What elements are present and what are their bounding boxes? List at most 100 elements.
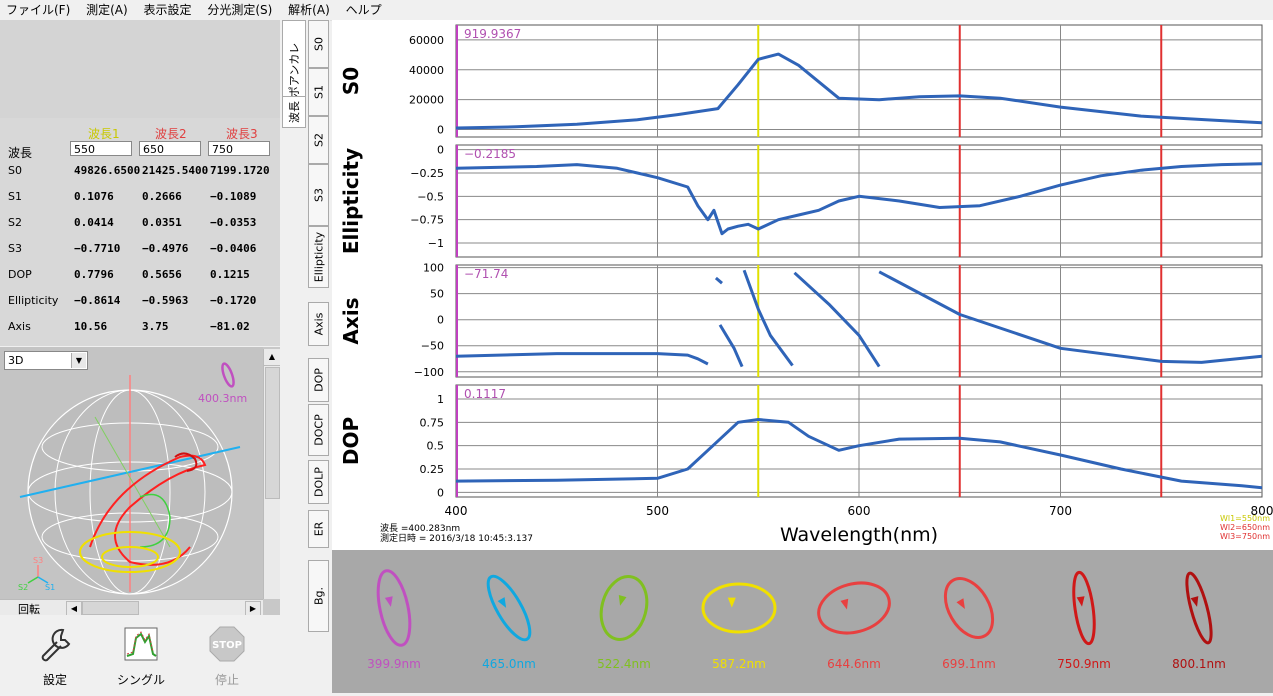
side-tab[interactable]: Ellipticity	[308, 226, 329, 288]
ellipse-label: 465.0nm	[482, 657, 536, 671]
y-tick-label: −0.75	[410, 214, 444, 227]
side-tab-label: DOP	[312, 368, 325, 392]
side-tab-label: S2	[312, 133, 325, 147]
side-tab[interactable]: ER	[308, 510, 329, 548]
row-value: −0.5963	[142, 294, 189, 307]
x-tick-label: 600	[848, 504, 871, 518]
y-tick-label: 0	[437, 486, 444, 499]
side-tab[interactable]: DOCP	[308, 404, 329, 456]
view-mode-value: 3D	[8, 354, 24, 367]
header-wavelength-2: 波長2	[155, 127, 187, 141]
y-tick-label: −50	[421, 340, 444, 353]
y-tick-label: −1	[428, 237, 444, 250]
y-tick-label: −0.25	[410, 167, 444, 180]
x-axis-label: Wavelength(nm)	[780, 524, 938, 546]
single-measure-label: シングル	[116, 673, 165, 687]
side-tab[interactable]: S2	[308, 116, 329, 164]
menu-analysis[interactable]: 解析(A)	[282, 0, 336, 18]
tab-wavelength[interactable]: 波長	[282, 96, 306, 128]
wavelength-3-input[interactable]: 750	[208, 141, 270, 156]
ellipse-label: 587.2nm	[712, 657, 766, 671]
scroll-up-icon[interactable]: ▲	[264, 349, 280, 366]
polarization-ellipse	[943, 577, 995, 639]
side-tab-label: Bg.	[312, 586, 325, 606]
panel-ylabel: Ellipticity	[339, 148, 363, 254]
menu-spectral-measure[interactable]: 分光測定(S)	[201, 0, 278, 18]
ellipse-label: 800.1nm	[1172, 657, 1226, 671]
menu-display-settings[interactable]: 表示設定	[138, 0, 198, 18]
row-value: −0.8614	[74, 294, 121, 307]
stokes-chart-area: 0 20000 40000 60000 919.9367 S0 0 −0.25 −0.5 −0.7…	[332, 20, 1273, 550]
side-tab-label: DOLP	[312, 467, 325, 497]
polarization-ellipse	[701, 582, 777, 634]
row-value: 49826.6500	[74, 164, 141, 177]
side-tab[interactable]: DOLP	[308, 460, 329, 504]
vertical-tabs: ポアンカレ 波長 S0 S1 S2 S3 Ellipticity Axis DOP DOCP D…	[280, 20, 330, 693]
y-tick-label: 1	[437, 393, 444, 406]
scroll-thumb[interactable]	[265, 367, 280, 499]
single-measure-button[interactable]: シングル	[104, 620, 178, 690]
marker-legend: Wl3=750nm	[1220, 532, 1270, 541]
side-tab-label: DOCP	[312, 414, 325, 446]
info-wavelength: 波長 =400.283nm	[380, 522, 460, 534]
row-value: 0.1076	[74, 190, 114, 203]
row-value: 0.7796	[74, 268, 114, 281]
marker-legend: Wl1=550nm	[1220, 514, 1270, 523]
side-tab[interactable]: S0	[308, 20, 329, 68]
side-tab[interactable]: Axis	[308, 302, 329, 346]
polarization-ellipse	[376, 569, 412, 647]
panel-ylabel: Axis	[339, 297, 363, 344]
cursor-value: −0.2185	[464, 147, 516, 161]
side-tab-label: S0	[312, 37, 325, 51]
row-value: −0.7710	[74, 242, 121, 255]
y-tick-label: 0.25	[420, 463, 445, 476]
y-tick-label: 100	[423, 262, 444, 275]
polarization-ellipse	[1072, 570, 1096, 646]
wavelength-1-input[interactable]: 550	[70, 141, 132, 156]
rotate-thumb[interactable]	[82, 601, 139, 615]
poincare-sphere[interactable]: 400.3nm S3 S2 S1	[0, 347, 263, 599]
menu-measure[interactable]: 測定(A)	[80, 0, 134, 18]
y-tick-label: 0.75	[420, 416, 445, 429]
y-tick-label: 0.5	[427, 440, 445, 453]
wavelength-2-input[interactable]: 650	[139, 141, 201, 156]
header-wavelength-1: 波長1	[88, 127, 120, 141]
side-tab[interactable]: DOP	[308, 358, 329, 402]
stop-icon: STOP	[209, 626, 245, 662]
row-label: S3	[8, 242, 22, 255]
row-label: S1	[8, 190, 22, 203]
sphere-vertical-scrollbar[interactable]: ▲	[263, 349, 280, 599]
menu-bar: ファイル(F) 測定(A) 表示設定 分光測定(S) 解析(A) ヘルプ	[0, 0, 1273, 21]
side-tab-label: ER	[312, 521, 325, 537]
ellipse-label: 644.6nm	[827, 657, 881, 671]
x-tick-label: 500	[646, 504, 669, 518]
cursor-value: 919.9367	[464, 27, 521, 41]
y-tick-label: 0	[437, 314, 444, 327]
side-tab-label: S1	[312, 85, 325, 99]
marker-legend: Wl2=650nm	[1220, 523, 1270, 532]
stokes-chart[interactable]: 0200004000060000 919.9367S00−0.25−0.5−0.7…	[332, 20, 1273, 550]
settings-button[interactable]: 設定	[18, 620, 92, 690]
side-tab[interactable]: S3	[308, 164, 329, 226]
row-label: DOP	[8, 268, 32, 281]
side-tab[interactable]: S1	[308, 68, 329, 116]
ellipse-label: 699.1nm	[942, 657, 996, 671]
polarization-ellipse-strip: 399.9nm 465.0nm 522.4nm 587.2nm 644.6nm 699.1…	[332, 550, 1273, 693]
sphere-horizontal-scrollbar[interactable]: 回転 ◀ ▶	[0, 599, 263, 617]
side-tab[interactable]: Bg.	[308, 560, 329, 632]
menu-file[interactable]: ファイル(F)	[0, 0, 76, 18]
row-value: −0.4976	[142, 242, 189, 255]
polarization-ellipse	[486, 574, 532, 642]
row-value: 21425.5400	[142, 164, 209, 177]
chevron-down-icon[interactable]: ▼	[71, 353, 86, 368]
axis-label-s1: S1	[45, 583, 55, 592]
y-tick-label: −0.5	[417, 190, 444, 203]
y-tick-label: 50	[430, 288, 444, 301]
y-tick-label: −100	[414, 366, 444, 379]
view-mode-select[interactable]: 3D ▼	[4, 351, 88, 370]
cursor-value: 0.1117	[464, 387, 506, 401]
side-tab-label: S3	[312, 188, 325, 202]
stop-button[interactable]: STOP 停止	[190, 620, 264, 690]
menu-help[interactable]: ヘルプ	[340, 0, 388, 18]
y-tick-label: 60000	[409, 34, 444, 47]
